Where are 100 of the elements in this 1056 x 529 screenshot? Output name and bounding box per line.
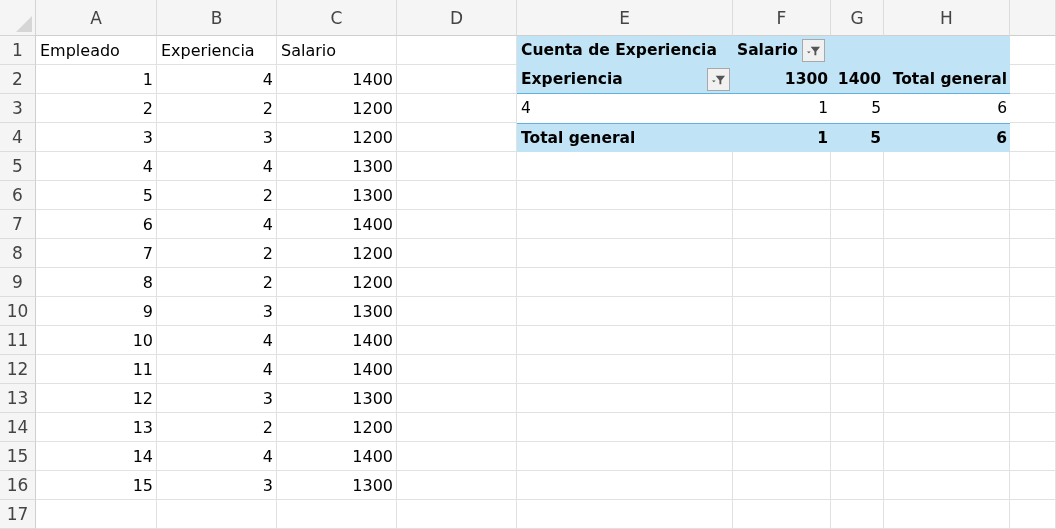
- filter-button[interactable]: [802, 38, 825, 62]
- empty-cell: [1010, 210, 1056, 239]
- empty-cell: [831, 413, 884, 442]
- row-header[interactable]: 11: [0, 326, 36, 355]
- column-header[interactable]: D: [397, 0, 517, 36]
- column-header[interactable]: B: [157, 0, 277, 36]
- empty-cell: [1010, 413, 1056, 442]
- table-cell: 1300: [277, 384, 397, 413]
- row-header[interactable]: 14: [0, 413, 36, 442]
- empty-cell: [831, 500, 884, 529]
- table-cell: 1400: [277, 326, 397, 355]
- table-cell: 3: [36, 123, 157, 152]
- row-header[interactable]: 10: [0, 297, 36, 326]
- empty-cell: [1010, 268, 1056, 297]
- column-header[interactable]: E: [517, 0, 733, 36]
- column-header[interactable]: H: [884, 0, 1010, 36]
- empty-cell: [831, 181, 884, 210]
- table-cell: 1: [36, 65, 157, 94]
- row-header[interactable]: 13: [0, 384, 36, 413]
- table-cell: 1200: [277, 94, 397, 123]
- table-cell: 13: [36, 413, 157, 442]
- table-cell: 4: [36, 152, 157, 181]
- table-cell: 14: [36, 442, 157, 471]
- table-cell: 2: [157, 413, 277, 442]
- table-cell: Empleado: [36, 36, 157, 65]
- table-cell: 4: [157, 210, 277, 239]
- row-header[interactable]: 1: [0, 36, 36, 65]
- empty-cell: [1010, 152, 1056, 181]
- table-cell: 5: [36, 181, 157, 210]
- table-cell: 1200: [277, 123, 397, 152]
- empty-cell: [831, 326, 884, 355]
- table-cell: 2: [157, 181, 277, 210]
- table-cell: 2: [36, 94, 157, 123]
- table-cell: 10: [36, 326, 157, 355]
- row-header[interactable]: 9: [0, 268, 36, 297]
- table-cell: 1300: [277, 181, 397, 210]
- column-header[interactable]: G: [831, 0, 884, 36]
- row-header[interactable]: 3: [0, 94, 36, 123]
- table-cell: 1300: [277, 297, 397, 326]
- row-header[interactable]: 7: [0, 210, 36, 239]
- empty-cell: [831, 210, 884, 239]
- row-header[interactable]: 2: [0, 65, 36, 94]
- pivot-cell: 5: [831, 123, 884, 152]
- table-cell: 1400: [277, 65, 397, 94]
- table-cell: 3: [157, 123, 277, 152]
- empty-cell: [1010, 326, 1056, 355]
- table-cell: 7: [36, 239, 157, 268]
- column-header[interactable]: F: [733, 0, 831, 36]
- pivot-cell: Cuenta de Experiencia: [517, 36, 733, 65]
- row-header[interactable]: 12: [0, 355, 36, 384]
- empty-cell: [1010, 442, 1056, 471]
- pivot-cell: 1400: [831, 65, 884, 94]
- empty-cell: [831, 384, 884, 413]
- table-cell: 1300: [277, 471, 397, 500]
- table-cell: 1400: [277, 355, 397, 384]
- table-cell: 2: [157, 268, 277, 297]
- row-header[interactable]: 8: [0, 239, 36, 268]
- table-cell: 3: [157, 471, 277, 500]
- table-cell: 1200: [277, 268, 397, 297]
- table-cell: 3: [157, 384, 277, 413]
- empty-cell: [1010, 500, 1056, 529]
- row-header[interactable]: 6: [0, 181, 36, 210]
- filter-button[interactable]: [707, 67, 730, 91]
- empty-cell: [831, 268, 884, 297]
- table-cell: 3: [157, 297, 277, 326]
- table-cell: Salario: [277, 36, 397, 65]
- table-cell: 12: [36, 384, 157, 413]
- pivot-cell: Total general: [884, 65, 1010, 94]
- table-cell: 1200: [277, 239, 397, 268]
- empty-cell: [1010, 297, 1056, 326]
- row-header[interactable]: 5: [0, 152, 36, 181]
- table-cell: 4: [157, 355, 277, 384]
- empty-cell: [831, 471, 884, 500]
- empty-cell: [831, 442, 884, 471]
- table-cell: 2: [157, 239, 277, 268]
- empty-cell: [1010, 471, 1056, 500]
- table-cell: 8: [36, 268, 157, 297]
- table-cell: 2: [157, 94, 277, 123]
- column-header[interactable]: A: [36, 0, 157, 36]
- empty-cell: [831, 355, 884, 384]
- column-header[interactable]: C: [277, 0, 397, 36]
- row-header[interactable]: 16: [0, 471, 36, 500]
- table-cell: 15: [36, 471, 157, 500]
- pivot-cell: 1300: [733, 65, 831, 94]
- empty-cell: [1010, 181, 1056, 210]
- corner-triangle-icon: [16, 16, 32, 32]
- field-label: Salario: [737, 41, 798, 59]
- empty-cell: [831, 297, 884, 326]
- row-header[interactable]: 15: [0, 442, 36, 471]
- row-header[interactable]: 17: [0, 500, 36, 529]
- table-cell: 1200: [277, 413, 397, 442]
- pivot-cell: 6: [884, 123, 1010, 152]
- table-cell: 4: [157, 152, 277, 181]
- pivot-cell: 1: [733, 123, 831, 152]
- table-cell: Experiencia: [157, 36, 277, 65]
- empty-cell: [831, 239, 884, 268]
- empty-cell: [1010, 355, 1056, 384]
- row-header[interactable]: 4: [0, 123, 36, 152]
- table-cell: 1400: [277, 210, 397, 239]
- table-cell: 4: [157, 65, 277, 94]
